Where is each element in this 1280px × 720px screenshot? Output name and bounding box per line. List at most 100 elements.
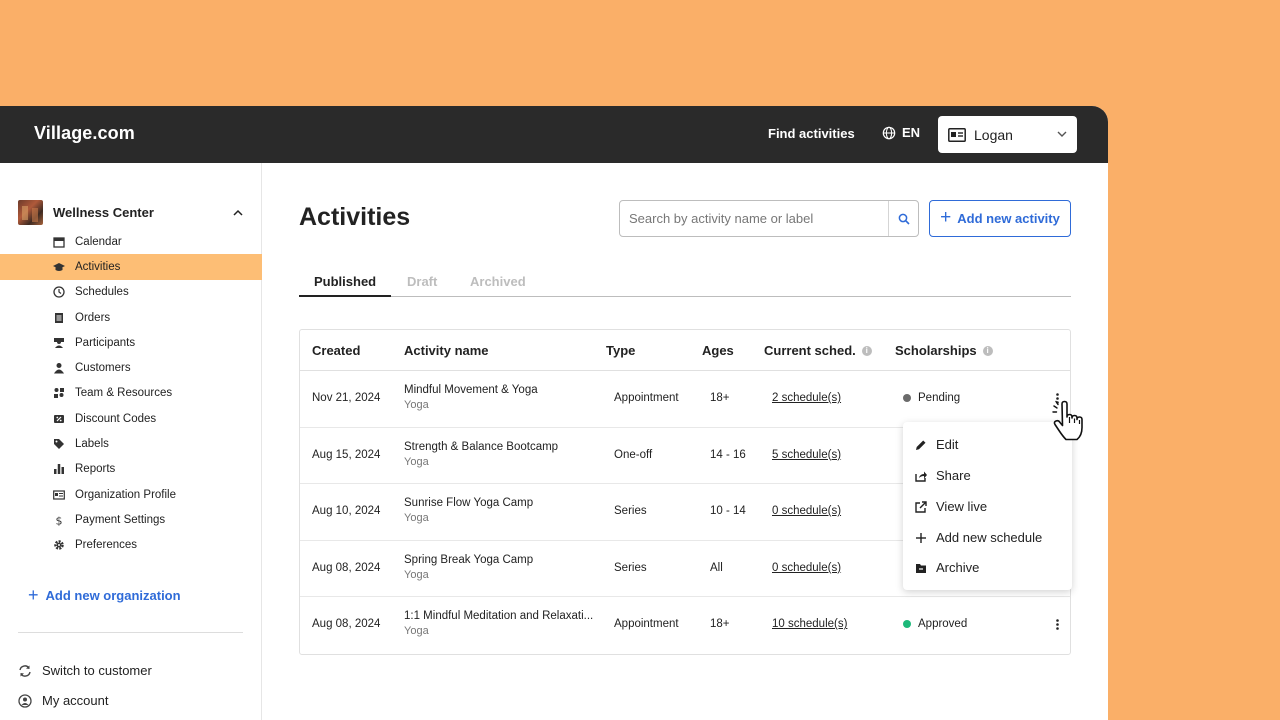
scholarship-label: Approved [918,618,968,631]
schedule-link[interactable]: 2 schedule(s) [772,392,841,404]
table-row[interactable]: Nov 21, 2024 Mindful Movement & Yoga Yog… [300,371,1070,428]
menu-item-archive[interactable]: Archive [915,560,979,575]
external-link-icon [915,500,927,513]
menu-item-share[interactable]: Share [915,468,971,483]
activity-name[interactable]: Mindful Movement & Yoga [404,384,538,396]
schedule-link[interactable]: 5 schedule(s) [772,449,841,461]
menu-item-add-new-schedule[interactable]: Add new schedule [915,530,1042,545]
sidebar-item-label: Calendar [75,235,122,248]
scholarship-status: Approved [903,618,967,630]
user-account-select[interactable]: Logan [938,116,1077,153]
schedule-link[interactable]: 0 schedule(s) [772,505,841,517]
language-label: EN [902,125,921,140]
pencil-icon [916,440,926,450]
top-navbar: Village.com Find activities EN Logan [0,106,1108,163]
menu-item-label: Add new schedule [936,530,1043,545]
tab-draft[interactable]: Draft [407,274,437,289]
activity-name-cell: Sunrise Flow Yoga Camp Yoga [404,497,533,524]
sidebar-nav: Calendar Activities Schedules Orders Par… [0,229,262,558]
language-selector[interactable]: EN [882,125,920,140]
sidebar-item-customers[interactable]: Customers [0,355,262,380]
gear-icon [52,539,65,552]
activity-name-cell: 1:1 Mindful Meditation and Relaxati... Y… [404,610,593,637]
sidebar-item-schedules[interactable]: Schedules [0,280,262,305]
column-header-ages[interactable]: Ages [702,343,734,358]
sidebar-item-activities[interactable]: Activities [0,254,262,280]
sidebar-item-organization-profile[interactable]: Organization Profile [0,482,262,507]
info-icon[interactable]: i [982,345,993,356]
hand-pointer-cursor-icon [1052,400,1083,441]
org-header[interactable]: Wellness Center [18,200,154,225]
team-icon [52,387,65,400]
sidebar-item-calendar[interactable]: Calendar [0,229,262,254]
sidebar-item-label: Discount Codes [75,412,157,425]
activity-type: One-off [614,448,653,461]
activity-name[interactable]: Spring Break Yoga Camp [404,554,533,566]
sidebar-item-payment-settings[interactable]: $ Payment Settings [0,507,262,532]
search-button[interactable] [888,201,918,236]
column-header-label: Scholarships [895,343,977,358]
menu-item-label: View live [936,499,988,514]
sidebar-item-reports[interactable]: Reports [0,457,262,482]
brand-logo[interactable]: Village.com [34,123,135,144]
receipt-icon [52,311,65,324]
sidebar-item-label: Preferences [75,539,138,552]
column-header-current-schedule[interactable]: Current sched. i [764,343,872,358]
sidebar-item-labels[interactable]: Labels [0,431,262,456]
tab-published[interactable]: Published [314,274,376,289]
activity-category: Yoga [404,568,429,581]
add-organization-button[interactable]: + Add new organization [28,586,181,604]
column-header-activity-name[interactable]: Activity name [404,343,489,358]
activity-name[interactable]: 1:1 Mindful Meditation and Relaxati... [404,610,593,622]
switch-to-customer-button[interactable]: Switch to customer [18,663,152,678]
plus-icon: + [940,207,952,228]
chevron-up-icon[interactable] [232,207,244,219]
clock-icon [52,286,65,299]
scholarship-label: Pending [918,392,961,404]
menu-item-view-live[interactable]: View live [915,499,987,514]
row-actions-button[interactable] [1052,616,1062,632]
activity-ages: 10 - 14 [710,505,746,518]
globe-icon [882,126,896,139]
menu-item-edit[interactable]: Edit [915,437,958,452]
add-new-activity-button[interactable]: + Add new activity [929,200,1071,237]
scholarship-status: Pending [903,392,960,404]
created-date: Aug 10, 2024 [312,505,381,518]
more-vertical-icon [1055,619,1059,630]
table-row[interactable]: Aug 08, 2024 1:1 Mindful Meditation and … [300,597,1070,654]
schedule-link[interactable]: 0 schedule(s) [772,562,841,574]
bar-chart-icon [52,463,65,476]
activity-name-cell: Mindful Movement & Yoga Yoga [404,384,538,411]
activity-name[interactable]: Strength & Balance Bootcamp [404,441,558,453]
page-title: Activities [299,203,411,231]
sidebar-item-orders[interactable]: Orders [0,305,262,330]
info-icon[interactable]: i [861,345,872,356]
find-activities-link[interactable]: Find activities [768,126,855,141]
activity-name[interactable]: Sunrise Flow Yoga Camp [404,497,533,509]
sidebar-item-team[interactable]: Team & Resources [0,381,262,406]
activity-category: Yoga [404,399,429,411]
created-date: Aug 15, 2024 [312,448,381,461]
account-circle-icon [18,693,32,708]
schedule-link[interactable]: 10 schedule(s) [772,618,847,630]
activity-category: Yoga [404,455,429,468]
column-header-created[interactable]: Created [312,343,360,358]
activity-type: Appointment [614,618,679,631]
participants-icon [52,336,65,349]
search-input[interactable] [620,201,888,236]
sidebar-item-participants[interactable]: Participants [0,330,262,355]
column-header-scholarships[interactable]: Scholarships i [895,343,993,358]
sidebar-item-label: Team & Resources [75,387,173,400]
activity-ages: 14 - 16 [710,448,746,461]
sidebar-item-preferences[interactable]: Preferences [0,533,262,558]
chevron-down-icon [1057,131,1067,137]
tab-archived[interactable]: Archived [470,274,526,289]
my-account-button[interactable]: My account [18,693,108,708]
activity-category: Yoga [404,512,429,525]
sidebar: Wellness Center Calendar Activities Sche… [0,163,262,720]
graduation-cap-icon [52,260,65,273]
sidebar-item-label: Participants [75,336,136,349]
column-header-type[interactable]: Type [606,343,635,358]
sidebar-item-label: Labels [75,438,109,451]
sidebar-item-discount-codes[interactable]: Discount Codes [0,406,262,431]
